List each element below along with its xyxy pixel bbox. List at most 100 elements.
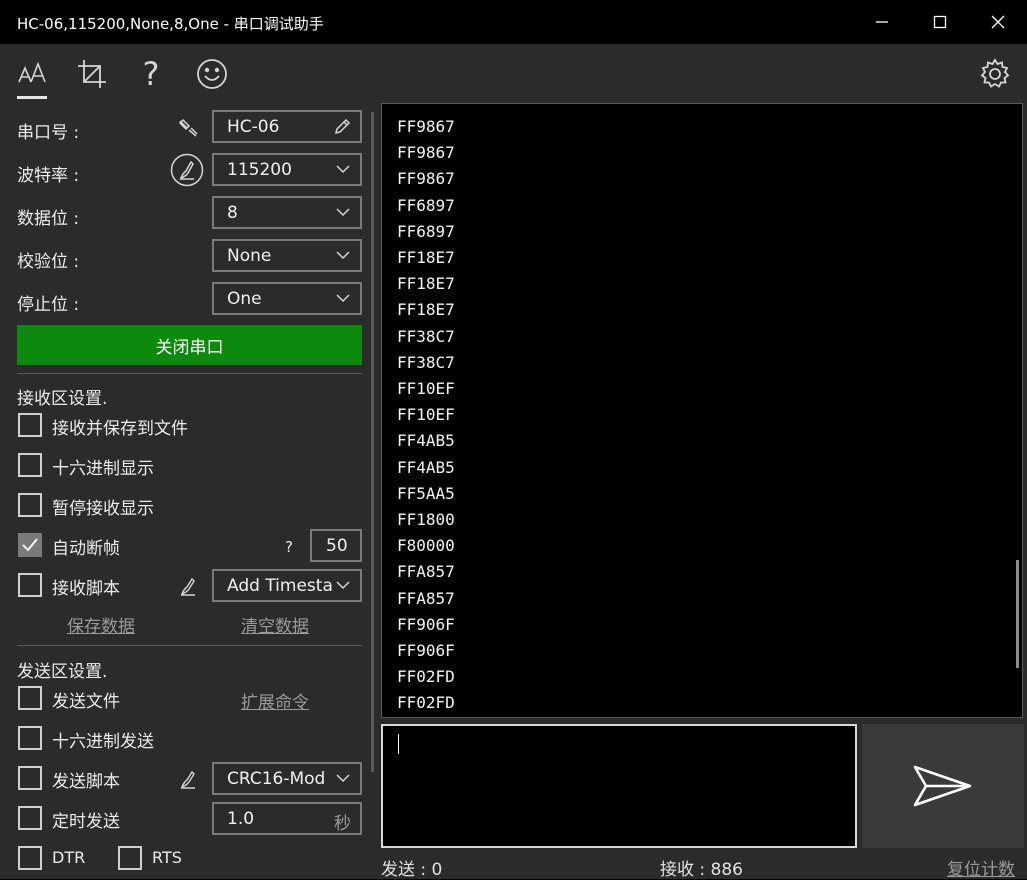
- settings-button[interactable]: [975, 54, 1015, 94]
- send-button[interactable]: [862, 724, 1024, 848]
- received-line: FF18E7: [397, 274, 455, 294]
- checkmark-icon: [22, 538, 38, 552]
- maximize-icon: [933, 15, 947, 29]
- timed-send-checkbox[interactable]: [18, 806, 42, 830]
- frame-timeout-input[interactable]: 50: [310, 529, 362, 562]
- clear-data-link[interactable]: 清空数据: [241, 612, 309, 637]
- sent-count: 发送 : 0: [381, 860, 443, 880]
- hex-send-checkbox[interactable]: [18, 726, 42, 750]
- receive-script-value: Add Timesta: [227, 575, 333, 596]
- close-icon: [991, 15, 1005, 29]
- close-port-button[interactable]: 关闭串口: [17, 325, 362, 365]
- parity-value: None: [227, 245, 272, 266]
- stopbits-value: One: [227, 288, 262, 309]
- extend-command-link[interactable]: 扩展命令: [241, 688, 309, 713]
- databits-select[interactable]: 8: [212, 196, 362, 229]
- hex-display-label: 十六进制显示: [52, 459, 154, 479]
- auto-baud-icon[interactable]: [170, 153, 204, 187]
- close-button[interactable]: [969, 0, 1027, 44]
- window-title: HC-06,115200,None,8,One - 串口调试助手: [17, 15, 324, 33]
- stopbits-select[interactable]: One: [212, 282, 362, 315]
- port-field[interactable]: HC-06: [212, 110, 362, 143]
- toolbar: ?: [0, 44, 1027, 102]
- script-edit-icon[interactable]: [179, 770, 199, 790]
- smiley-icon: [197, 59, 227, 89]
- divider: [17, 645, 362, 646]
- baud-select[interactable]: 115200: [212, 153, 362, 186]
- port-value: HC-06: [227, 116, 280, 137]
- font-size-icon: [18, 61, 46, 83]
- received-line: FFA857: [397, 588, 455, 608]
- hex-display-checkbox[interactable]: [18, 453, 42, 477]
- frame-help-icon[interactable]: ?: [285, 538, 293, 556]
- minimize-icon: [876, 21, 888, 23]
- interval-value: 1.0: [227, 808, 255, 829]
- stopbits-label: 停止位 :: [17, 295, 80, 315]
- smiley-button[interactable]: [192, 54, 232, 94]
- help-button[interactable]: ?: [131, 54, 171, 94]
- received-line: FF10EF: [397, 405, 455, 425]
- send-icon: [913, 765, 972, 807]
- pause-display-checkbox[interactable]: [18, 493, 42, 517]
- receive-scrollbar[interactable]: [1016, 560, 1019, 668]
- received-line: FF6897: [397, 221, 455, 241]
- send-file-checkbox[interactable]: [18, 686, 42, 710]
- received-line: FF906F: [397, 641, 455, 660]
- received-line: FF4AB5: [397, 431, 455, 451]
- received-line: FF1800: [397, 510, 455, 529]
- send-file-label: 发送文件: [52, 692, 120, 712]
- rts-label: RTS: [152, 848, 182, 867]
- received-line: FF18E7: [397, 248, 455, 267]
- title-bar: HC-06,115200,None,8,One - 串口调试助手: [0, 0, 1027, 44]
- receive-area[interactable]: FF9867 FF9867 FF9867 FF6897 FF6897 FF18E7 FF18…: [381, 103, 1023, 718]
- font-size-button[interactable]: [12, 54, 52, 94]
- received-line: FFA857: [397, 562, 455, 582]
- dtr-checkbox[interactable]: [18, 846, 42, 870]
- send-script-value: CRC16-Mod: [227, 768, 326, 789]
- send-script-checkbox[interactable]: [18, 766, 42, 790]
- save-to-file-checkbox[interactable]: [18, 413, 42, 437]
- save-to-file-label: 接收并保存到文件: [52, 419, 188, 439]
- reset-count-link[interactable]: 复位计数: [947, 855, 1015, 880]
- interval-unit: 秒: [334, 814, 351, 834]
- interval-input[interactable]: 1.0 秒: [212, 802, 362, 835]
- received-line: FF38C7: [397, 326, 455, 346]
- parity-label: 校验位 :: [17, 252, 80, 272]
- crop-icon: [78, 60, 106, 88]
- settings-scrollbar[interactable]: [371, 112, 374, 772]
- send-script-label: 发送脚本: [52, 772, 120, 792]
- timed-send-label: 定时发送: [52, 812, 120, 832]
- text-caret: [398, 734, 399, 754]
- auto-frame-label: 自动断帧: [52, 539, 120, 559]
- receive-script-select[interactable]: Add Timesta: [212, 569, 362, 602]
- chevron-down-icon: [336, 208, 350, 217]
- received-line: FF906F: [397, 614, 455, 634]
- port-label: 串口号 :: [17, 123, 80, 143]
- pause-display-label: 暂停接收显示: [52, 499, 154, 519]
- rts-checkbox[interactable]: [118, 846, 142, 870]
- databits-label: 数据位 :: [17, 209, 80, 229]
- databits-value: 8: [227, 202, 238, 223]
- maximize-button[interactable]: [911, 0, 969, 44]
- dtr-label: DTR: [52, 848, 86, 867]
- baud-label: 波特率 :: [17, 166, 80, 186]
- disconnect-icon[interactable]: [177, 118, 199, 138]
- receive-script-checkbox[interactable]: [18, 573, 42, 597]
- parity-select[interactable]: None: [212, 239, 362, 272]
- send-script-select[interactable]: CRC16-Mod: [212, 762, 362, 795]
- chevron-down-icon: [336, 294, 350, 303]
- save-data-link[interactable]: 保存数据: [67, 612, 135, 637]
- auto-frame-checkbox[interactable]: [18, 533, 42, 557]
- chevron-down-icon: [336, 251, 350, 260]
- received-line: FF5AA5: [397, 483, 455, 503]
- receive-script-label: 接收脚本: [52, 579, 120, 599]
- edit-icon[interactable]: [333, 118, 351, 136]
- script-edit-icon[interactable]: [179, 577, 199, 597]
- received-line: FF9867: [397, 169, 455, 189]
- chevron-down-icon: [336, 774, 350, 783]
- crop-button[interactable]: [72, 54, 112, 94]
- send-input[interactable]: [381, 724, 857, 848]
- baud-value: 115200: [227, 159, 292, 180]
- received-line: FF18E7: [397, 300, 455, 320]
- minimize-button[interactable]: [853, 0, 911, 44]
